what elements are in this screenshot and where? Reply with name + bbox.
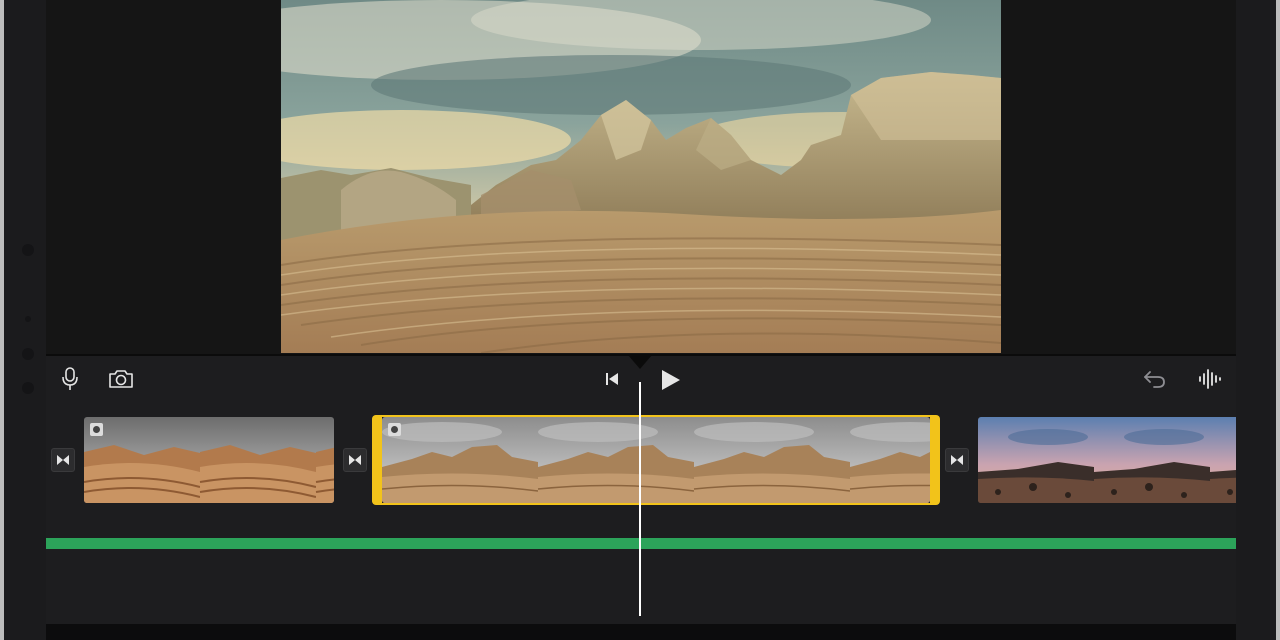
transition-icon <box>951 455 963 465</box>
bottom-bar <box>46 624 1236 640</box>
device-bezel-right <box>1236 0 1276 640</box>
transition-button[interactable] <box>945 448 969 472</box>
undo-button[interactable] <box>1138 362 1172 396</box>
transition-button[interactable] <box>51 448 75 472</box>
undo-icon <box>1144 371 1165 388</box>
timeline-clip[interactable] <box>978 417 1236 503</box>
camera-button[interactable] <box>104 362 138 396</box>
trim-handle-right[interactable] <box>930 415 940 505</box>
imovie-screen: iMovie <box>46 0 1236 640</box>
transition-icon <box>57 455 69 465</box>
playhead-marker <box>628 355 652 369</box>
audio-waveform-icon <box>1199 369 1221 389</box>
sensor-dot <box>22 348 34 360</box>
audio-waveform-button[interactable] <box>1193 362 1227 396</box>
video-viewer <box>46 0 1236 354</box>
audio-track[interactable] <box>46 538 1236 549</box>
sensor-dot-2 <box>22 382 34 394</box>
clip-selection-frame[interactable] <box>372 415 938 505</box>
play-icon <box>662 370 680 390</box>
transition-button[interactable] <box>343 448 367 472</box>
desert-landscape-image <box>281 0 1001 353</box>
front-camera <box>22 244 34 256</box>
timeline <box>46 402 1236 624</box>
microphone-button[interactable] <box>53 362 87 396</box>
trim-handle-left[interactable] <box>372 415 382 505</box>
microphone-icon <box>62 367 78 390</box>
clip-3-thumbnails <box>978 417 1236 503</box>
device-bezel-left <box>4 0 46 640</box>
skip-to-start-button[interactable] <box>595 362 629 396</box>
play-button[interactable] <box>654 363 688 397</box>
sensor <box>25 316 31 322</box>
clip-type-badge <box>90 423 103 436</box>
timeline-clip[interactable] <box>84 417 334 503</box>
skip-to-start-icon <box>606 373 618 385</box>
camera-icon <box>109 370 133 388</box>
transition-icon <box>349 455 361 465</box>
clip-1-thumbnails <box>84 417 334 503</box>
video-preview[interactable] <box>281 0 1001 353</box>
playhead[interactable] <box>639 382 641 616</box>
